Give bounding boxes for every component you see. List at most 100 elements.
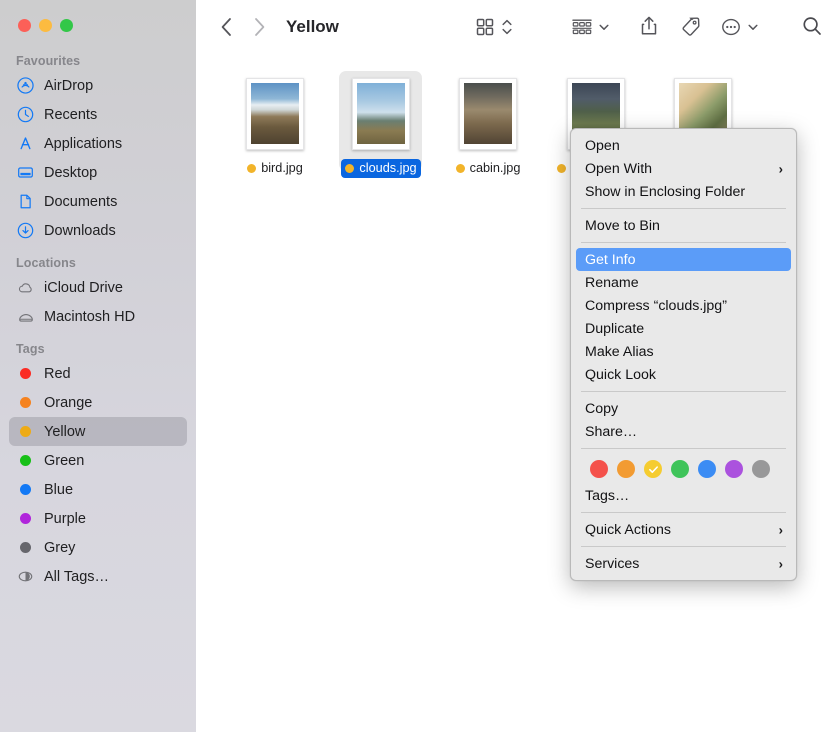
sidebar-item-tag-red[interactable]: Red: [9, 359, 187, 388]
sidebar-item-tag-yellow[interactable]: Yellow: [9, 417, 187, 446]
tag-color-swatches: [576, 454, 791, 484]
tag-swatch-yellow[interactable]: [644, 460, 662, 478]
menu-separator: [581, 512, 786, 513]
tag-swatch-blue[interactable]: [698, 460, 716, 478]
file-label[interactable]: clouds.jpg: [341, 159, 420, 178]
minimize-button[interactable]: [39, 19, 52, 32]
context-menu: Open Open With › Show in Enclosing Folde…: [570, 128, 797, 581]
chevron-down-icon[interactable]: [596, 17, 612, 37]
sidebar-item-documents[interactable]: Documents: [9, 187, 187, 216]
sidebar-item-desktop[interactable]: Desktop: [9, 158, 187, 187]
page-title: Yellow: [286, 14, 339, 40]
tag-dot-icon: [557, 164, 566, 173]
menu-item-tags[interactable]: Tags…: [576, 484, 791, 507]
file-item-clouds[interactable]: clouds.jpg: [329, 78, 433, 178]
document-icon: [16, 192, 35, 211]
menu-item-open[interactable]: Open: [576, 134, 791, 157]
tag-dot-icon: [16, 538, 35, 557]
sidebar-item-applications[interactable]: Applications: [9, 129, 187, 158]
sidebar: Favourites AirDrop Recents Applications: [0, 0, 196, 732]
sidebar-section-tags-header: Tags: [0, 340, 196, 359]
sidebar-item-tag-blue[interactable]: Blue: [9, 475, 187, 504]
menu-item-label: Open: [585, 138, 620, 154]
tag-swatch-purple[interactable]: [725, 460, 743, 478]
sidebar-item-label: Desktop: [44, 165, 97, 181]
menu-item-quick-look[interactable]: Quick Look: [576, 363, 791, 386]
file-thumbnail: [246, 78, 304, 150]
tag-swatch-grey[interactable]: [752, 460, 770, 478]
tag-swatch-red[interactable]: [590, 460, 608, 478]
sidebar-item-label: Blue: [44, 482, 73, 498]
tag-dot-icon: [345, 164, 354, 173]
menu-item-label: Quick Look: [585, 367, 656, 383]
file-name: bird.jpg: [261, 160, 303, 176]
sidebar-item-tag-green[interactable]: Green: [9, 446, 187, 475]
menu-item-label: Move to Bin: [585, 218, 660, 234]
menu-item-label: Services: [585, 556, 639, 572]
thumbnail-image: [251, 83, 299, 144]
tag-dot-icon: [247, 164, 256, 173]
sidebar-item-recents[interactable]: Recents: [9, 100, 187, 129]
chevron-up-down-icon[interactable]: [499, 15, 515, 39]
menu-item-duplicate[interactable]: Duplicate: [576, 317, 791, 340]
chevron-right-icon: ›: [779, 161, 783, 176]
sidebar-item-tag-orange[interactable]: Orange: [9, 388, 187, 417]
menu-item-label: Open With: [585, 161, 652, 177]
file-label[interactable]: bird.jpg: [243, 159, 307, 178]
clock-icon: [16, 105, 35, 124]
file-thumbnail: [352, 78, 410, 150]
search-icon[interactable]: [799, 13, 825, 39]
menu-item-share[interactable]: Share…: [576, 420, 791, 443]
tag-icon[interactable]: [676, 13, 704, 39]
sidebar-item-icloud-drive[interactable]: iCloud Drive: [9, 273, 187, 302]
sidebar-item-tag-grey[interactable]: Grey: [9, 533, 187, 562]
menu-item-show-in-enclosing-folder[interactable]: Show in Enclosing Folder: [576, 180, 791, 203]
ellipsis-circle-icon[interactable]: [718, 14, 744, 40]
sidebar-item-label: Documents: [44, 194, 117, 210]
menu-item-label: Copy: [585, 401, 618, 417]
menu-item-label: Tags…: [585, 488, 629, 504]
airdrop-icon: [16, 76, 35, 95]
menu-item-label: Quick Actions: [585, 522, 671, 538]
tag-swatch-orange[interactable]: [617, 460, 635, 478]
sidebar-item-all-tags[interactable]: All Tags…: [9, 562, 187, 591]
share-icon[interactable]: [636, 13, 662, 39]
sidebar-item-downloads[interactable]: Downloads: [9, 216, 187, 245]
menu-item-copy[interactable]: Copy: [576, 397, 791, 420]
sidebar-item-label: iCloud Drive: [44, 280, 123, 296]
file-label[interactable]: cabin.jpg: [452, 159, 525, 178]
sidebar-item-macintosh-hd[interactable]: Macintosh HD: [9, 302, 187, 331]
group-by-icon[interactable]: [569, 15, 595, 39]
maximize-button[interactable]: [60, 19, 73, 32]
menu-item-get-info[interactable]: Get Info: [576, 248, 791, 271]
file-item-cabin[interactable]: cabin.jpg: [436, 78, 540, 178]
file-name: cabin.jpg: [470, 160, 521, 176]
sidebar-item-label: Green: [44, 453, 84, 469]
icon-view-icon[interactable]: [473, 15, 497, 39]
chevron-down-icon[interactable]: [745, 17, 761, 37]
tag-dot-icon: [16, 393, 35, 412]
tag-swatch-green[interactable]: [671, 460, 689, 478]
menu-item-compress[interactable]: Compress “clouds.jpg”: [576, 294, 791, 317]
menu-item-services[interactable]: Services ›: [576, 552, 791, 575]
menu-separator: [581, 448, 786, 449]
tag-dot-icon: [456, 164, 465, 173]
chevron-right-icon: ›: [779, 556, 783, 571]
sidebar-content: Favourites AirDrop Recents Applications: [0, 52, 196, 732]
sidebar-item-tag-purple[interactable]: Purple: [9, 504, 187, 533]
main-area: Yellow: [196, 0, 840, 732]
menu-item-open-with[interactable]: Open With ›: [576, 157, 791, 180]
menu-item-quick-actions[interactable]: Quick Actions ›: [576, 518, 791, 541]
menu-item-label: Rename: [585, 275, 639, 291]
file-item-bird[interactable]: bird.jpg: [223, 78, 327, 178]
back-button[interactable]: [213, 14, 239, 40]
all-tags-icon: [16, 567, 35, 586]
sidebar-item-airdrop[interactable]: AirDrop: [9, 71, 187, 100]
close-button[interactable]: [18, 19, 31, 32]
menu-item-rename[interactable]: Rename: [576, 271, 791, 294]
sidebar-item-label: Recents: [44, 107, 97, 123]
menu-item-make-alias[interactable]: Make Alias: [576, 340, 791, 363]
forward-button[interactable]: [246, 14, 272, 40]
file-thumbnail: [459, 78, 517, 150]
menu-item-move-to-bin[interactable]: Move to Bin: [576, 214, 791, 237]
